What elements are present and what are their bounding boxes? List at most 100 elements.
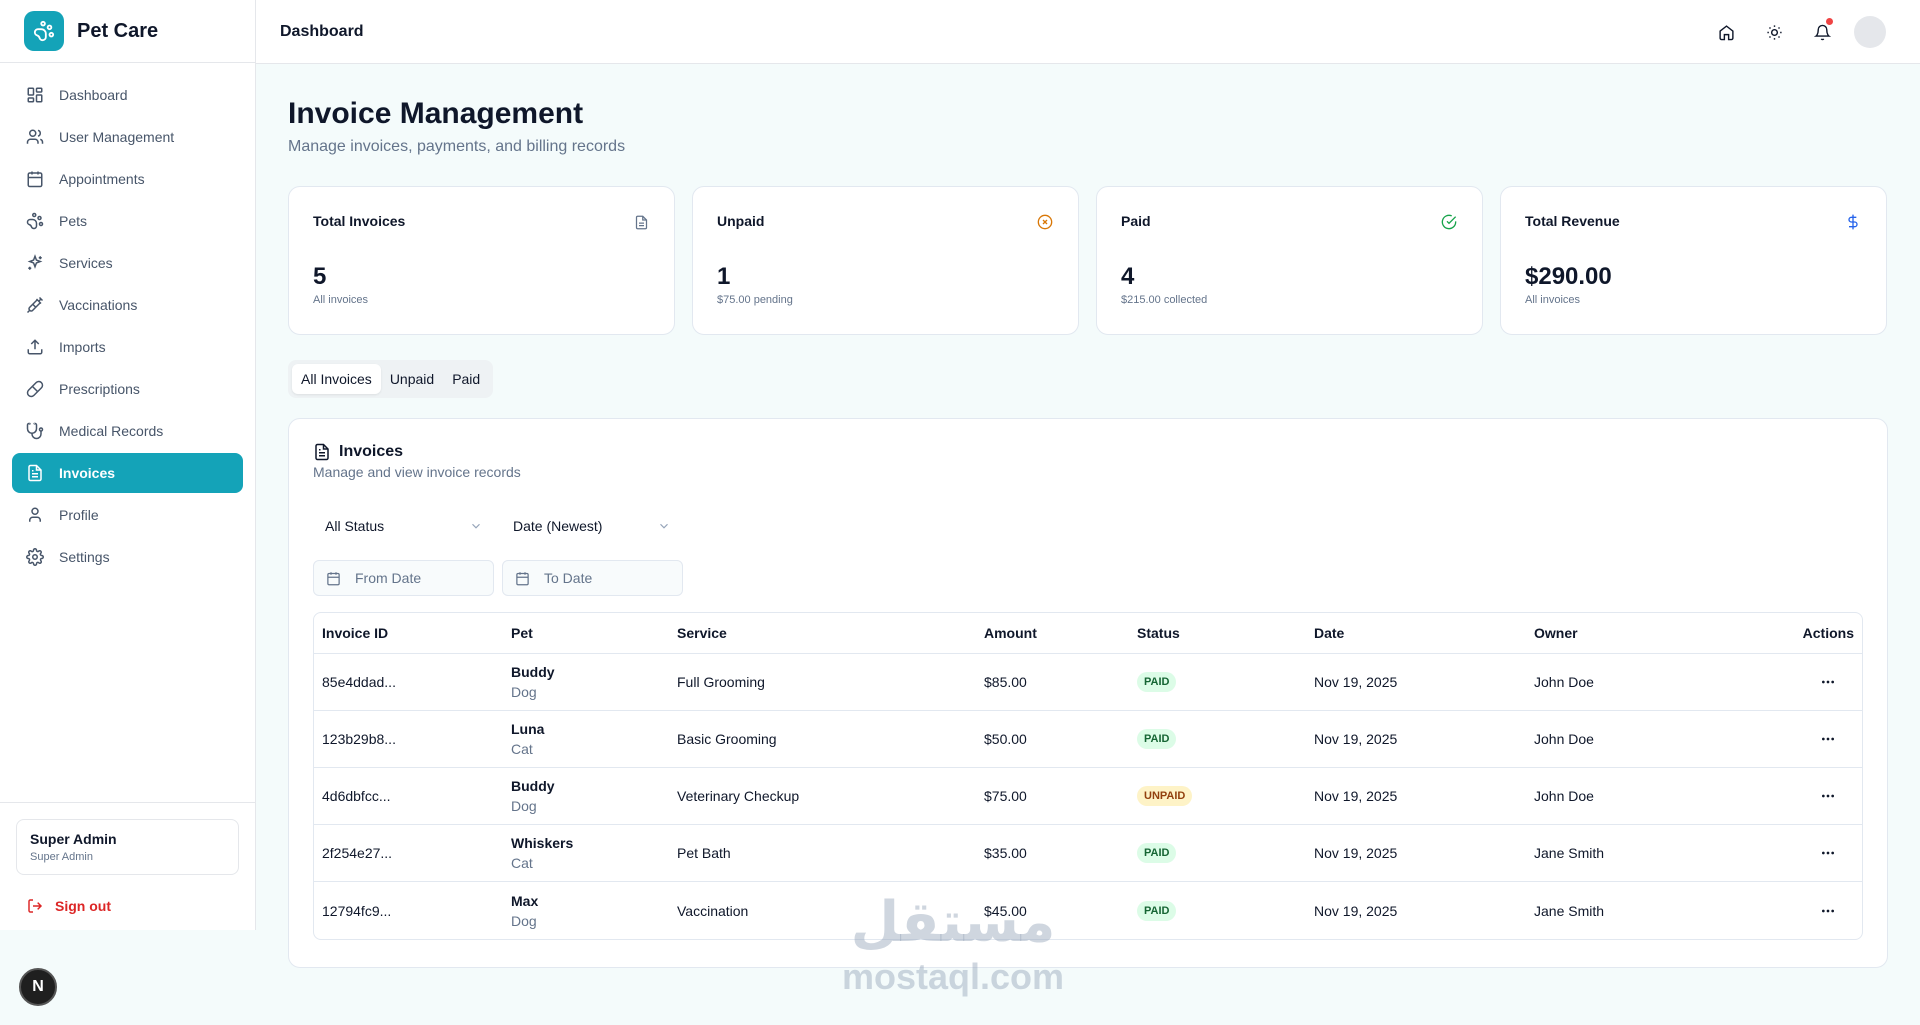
actions-cell (1734, 670, 1862, 694)
sidebar-item-pets[interactable]: Pets (12, 201, 243, 241)
invoice-id: 85e4ddad... (322, 674, 396, 690)
tab-paid[interactable]: Paid (443, 364, 489, 394)
pet-cell: Max Dog (511, 893, 677, 929)
watermark-arabic: مستقل (850, 890, 1056, 955)
pet-type: Cat (511, 741, 533, 757)
column-header: Owner (1534, 625, 1578, 641)
sidebar-item-user-management[interactable]: User Management (12, 117, 243, 157)
column-header: Actions (1802, 625, 1854, 641)
owner: John Doe (1534, 788, 1594, 804)
theme-toggle-button[interactable] (1758, 16, 1790, 48)
sidebar-item-invoices[interactable]: Invoices (12, 453, 243, 493)
sidebar-item-label: Vaccinations (59, 297, 138, 313)
calendar-icon (327, 571, 340, 585)
invoice-tabs: All Invoices Unpaid Paid (288, 360, 494, 398)
pill-icon (25, 379, 45, 399)
watermark-latin: mostaql.com (842, 956, 1065, 997)
user-icon (25, 505, 45, 525)
notification-dot (1826, 18, 1833, 25)
sidebar-item-dashboard[interactable]: Dashboard (12, 75, 243, 115)
sidebar-nav: Dashboard User Management Appointments P… (0, 63, 255, 591)
sidebar-item-settings[interactable]: Settings (12, 537, 243, 577)
more-actions-button[interactable] (1816, 784, 1840, 808)
users-icon (25, 127, 45, 147)
service: Veterinary Checkup (677, 788, 800, 804)
more-actions-button[interactable] (1816, 727, 1840, 751)
panel-header: Invoices (313, 443, 1863, 461)
more-actions-button[interactable] (1816, 899, 1840, 923)
check-circle-icon (1440, 213, 1458, 231)
actions-cell (1734, 727, 1862, 751)
user-role: Super Admin (30, 851, 93, 863)
avatar[interactable] (1854, 16, 1886, 48)
pet-type: Cat (511, 855, 533, 871)
status-filter-value: All Status (325, 518, 385, 534)
status-filter-select[interactable]: All Status (313, 508, 495, 544)
pet-type: Dog (511, 912, 537, 929)
stat-value: $290.00 (1525, 263, 1612, 290)
pet-cell: Buddy Dog (511, 664, 677, 700)
column-header: Status (1137, 625, 1180, 641)
stat-sub: All invoices (1525, 294, 1581, 306)
more-actions-button[interactable] (1816, 670, 1840, 694)
owner: Jane Smith (1534, 902, 1605, 919)
tab-all-invoices[interactable]: All Invoices (292, 364, 381, 394)
from-date-placeholder: From Date (355, 570, 422, 586)
stat-value: 4 (1121, 263, 1135, 290)
more-horizontal-icon (1822, 680, 1834, 684)
sign-out-button[interactable]: Sign out (16, 894, 239, 918)
invoice-id: 12794fc9... (322, 902, 392, 919)
pet-name: Whiskers (511, 835, 574, 851)
sidebar-item-services[interactable]: Services (12, 243, 243, 283)
pet-type: Dog (511, 684, 537, 700)
table-row[interactable]: 2f254e27... Whiskers Cat Pet Bath $35.00 … (314, 825, 1862, 882)
sidebar-item-medical-records[interactable]: Medical Records (12, 411, 243, 451)
sidebar-item-label: Profile (59, 507, 99, 523)
sidebar-item-label: Dashboard (59, 87, 128, 103)
sidebar-item-appointments[interactable]: Appointments (12, 159, 243, 199)
pet-cell: Luna Cat (511, 721, 677, 757)
to-date-input[interactable]: To Date (502, 560, 683, 596)
notifications-button[interactable] (1806, 16, 1838, 48)
more-actions-button[interactable] (1816, 841, 1840, 865)
table-row[interactable]: 4d6dbfcc... Buddy Dog Veterinary Checkup … (314, 768, 1862, 825)
table-row[interactable]: 123b29b8... Luna Cat Basic Grooming $50.0… (314, 711, 1862, 768)
user-card[interactable]: Super Admin Super Admin (16, 819, 239, 875)
sidebar-item-vaccinations[interactable]: Vaccinations (12, 285, 243, 325)
stat-card-unpaid: Unpaid 1 $75.00 pending (692, 186, 1079, 335)
sort-select[interactable]: Date (Newest) (501, 508, 683, 544)
date: Nov 19, 2025 (1314, 674, 1398, 690)
sidebar-item-label: Appointments (59, 171, 145, 187)
sidebar-item-profile[interactable]: Profile (12, 495, 243, 535)
pet-name: Buddy (511, 778, 555, 794)
sidebar-item-prescriptions[interactable]: Prescriptions (12, 369, 243, 409)
stats-row: Total Invoices 5 All invoices Unpaid 1 $… (288, 186, 1888, 335)
amount: $50.00 (984, 731, 1027, 747)
invoice-id: 4d6dbfcc... (322, 788, 391, 804)
column-header: Service (677, 625, 727, 641)
date-range-row: From Date To Date (313, 560, 1863, 596)
main-content: Invoice Management Manage invoices, paym… (288, 96, 1888, 968)
stat-label: Total Invoices (313, 213, 406, 229)
status-badge: UNPAID (1137, 786, 1193, 806)
table-header-row: Invoice ID Pet Service Amount Status Dat… (314, 613, 1862, 654)
paw-icon (25, 211, 45, 231)
chevron-down-icon (472, 523, 480, 529)
status-cell: PAID (1137, 729, 1314, 749)
dev-tools-badge[interactable]: N (19, 968, 57, 1006)
invoice-id: 2f254e27... (322, 845, 393, 861)
stat-sub: All invoices (313, 294, 369, 306)
tab-unpaid[interactable]: Unpaid (381, 364, 443, 394)
date: Nov 19, 2025 (1314, 731, 1398, 747)
more-horizontal-icon (1822, 851, 1834, 855)
from-date-input[interactable]: From Date (313, 560, 494, 596)
column-header: Invoice ID (322, 625, 389, 641)
invoice-id: 123b29b8... (322, 731, 396, 747)
sidebar-item-imports[interactable]: Imports (12, 327, 243, 367)
home-button[interactable] (1710, 16, 1742, 48)
table-row[interactable]: 12794fc9... Max Dog Vaccination $45.00 PA… (314, 882, 1862, 939)
table-row[interactable]: 85e4ddad... Buddy Dog Full Grooming $85.0… (314, 654, 1862, 711)
chevron-down-icon (660, 523, 668, 529)
user-name: Super Admin (30, 831, 117, 847)
stat-label: Paid (1121, 213, 1151, 229)
